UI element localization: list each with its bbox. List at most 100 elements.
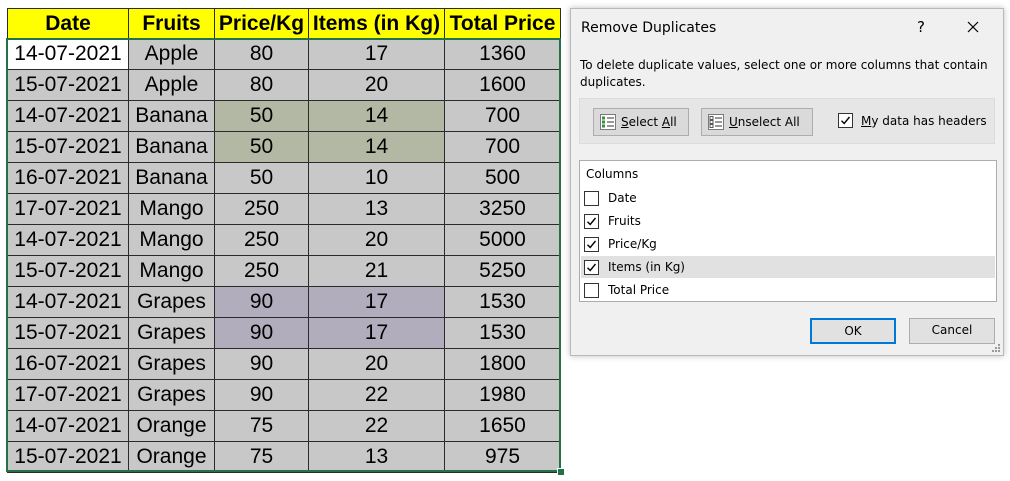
cancel-button[interactable]: Cancel — [909, 318, 995, 344]
cell-price-per-kg[interactable]: 250 — [214, 255, 309, 287]
cell-date[interactable]: 15-07-2021 — [7, 317, 129, 349]
cell-fruit[interactable]: Apple — [128, 38, 215, 70]
column-option-items-in-kg[interactable]: Items (in Kg) — [581, 256, 995, 278]
table-row: 15-07-2021 Grapes 90 17 1530 — [7, 317, 561, 349]
cell-price-per-kg[interactable]: 75 — [214, 441, 309, 473]
header-row: Date Fruits Price/Kg Items (in Kg) Total… — [7, 8, 561, 39]
cell-items-in-kg[interactable]: 17 — [308, 38, 445, 70]
column-checkbox[interactable] — [584, 213, 599, 229]
header-items-in-kg[interactable]: Items (in Kg) — [308, 8, 445, 39]
cell-price-per-kg[interactable]: 75 — [214, 410, 309, 442]
cell-price-per-kg[interactable]: 250 — [214, 224, 309, 256]
headers-checkbox-box[interactable] — [838, 113, 853, 128]
cell-price-per-kg[interactable]: 50 — [214, 162, 309, 194]
cell-price-per-kg[interactable]: 250 — [214, 193, 309, 225]
cell-total-price[interactable]: 5250 — [444, 255, 561, 287]
header-fruits[interactable]: Fruits — [128, 8, 215, 39]
cell-date[interactable]: 15-07-2021 — [7, 131, 129, 163]
cell-total-price[interactable]: 1360 — [444, 38, 561, 70]
cell-date[interactable]: 15-07-2021 — [7, 255, 129, 287]
cell-date[interactable]: 17-07-2021 — [7, 379, 129, 411]
cell-date[interactable]: 17-07-2021 — [7, 193, 129, 225]
cell-date[interactable]: 14-07-2021 — [7, 100, 129, 132]
cell-fruit[interactable]: Apple — [128, 69, 215, 101]
cell-items-in-kg[interactable]: 14 — [308, 100, 445, 132]
header-total-price[interactable]: Total Price — [444, 8, 561, 39]
cell-price-per-kg[interactable]: 90 — [214, 379, 309, 411]
cell-total-price[interactable]: 500 — [444, 162, 561, 194]
cell-fruit[interactable]: Banana — [128, 131, 215, 163]
cell-fruit[interactable]: Banana — [128, 100, 215, 132]
cell-total-price[interactable]: 1800 — [444, 348, 561, 380]
cell-date[interactable]: 16-07-2021 — [7, 162, 129, 194]
cell-fruit[interactable]: Grapes — [128, 317, 215, 349]
header-price-per-kg[interactable]: Price/Kg — [214, 8, 309, 39]
resize-grip-icon[interactable] — [991, 343, 1001, 353]
cell-price-per-kg[interactable]: 90 — [214, 348, 309, 380]
close-button[interactable] — [963, 17, 983, 37]
column-option-total-price[interactable]: Total Price — [581, 279, 995, 301]
cell-items-in-kg[interactable]: 10 — [308, 162, 445, 194]
cell-items-in-kg[interactable]: 20 — [308, 224, 445, 256]
cell-items-in-kg[interactable]: 13 — [308, 193, 445, 225]
cell-price-per-kg[interactable]: 90 — [214, 286, 309, 318]
cell-date[interactable]: 14-07-2021 — [7, 38, 129, 70]
cell-items-in-kg[interactable]: 20 — [308, 69, 445, 101]
help-button[interactable]: ? — [911, 18, 931, 36]
column-checkbox[interactable] — [584, 236, 599, 252]
cell-items-in-kg[interactable]: 22 — [308, 379, 445, 411]
column-option-date[interactable]: Date — [581, 187, 995, 209]
cell-total-price[interactable]: 5000 — [444, 224, 561, 256]
column-checkbox[interactable] — [584, 282, 599, 298]
cell-price-per-kg[interactable]: 50 — [214, 100, 309, 132]
header-date[interactable]: Date — [7, 8, 129, 39]
select-all-button[interactable]: Select All — [593, 108, 689, 136]
cell-date[interactable]: 15-07-2021 — [7, 69, 129, 101]
cell-price-per-kg[interactable]: 50 — [214, 131, 309, 163]
fill-handle[interactable] — [557, 468, 565, 476]
cell-price-per-kg[interactable]: 90 — [214, 317, 309, 349]
my-data-has-headers-checkbox[interactable]: My data has headers — [838, 113, 987, 128]
cell-items-in-kg[interactable]: 17 — [308, 317, 445, 349]
cell-items-in-kg[interactable]: 13 — [308, 441, 445, 473]
cell-price-per-kg[interactable]: 80 — [214, 69, 309, 101]
cell-fruit[interactable]: Grapes — [128, 379, 215, 411]
unselect-all-button[interactable]: Unselect All — [701, 108, 813, 136]
close-icon — [967, 21, 979, 33]
cell-items-in-kg[interactable]: 20 — [308, 348, 445, 380]
cell-date[interactable]: 16-07-2021 — [7, 348, 129, 380]
cell-price-per-kg[interactable]: 80 — [214, 38, 309, 70]
column-checkbox[interactable] — [584, 190, 599, 206]
cell-total-price[interactable]: 3250 — [444, 193, 561, 225]
cell-items-in-kg[interactable]: 21 — [308, 255, 445, 287]
cell-fruit[interactable]: Grapes — [128, 286, 215, 318]
column-option-fruits[interactable]: Fruits — [581, 210, 995, 232]
cell-total-price[interactable]: 700 — [444, 131, 561, 163]
cell-total-price[interactable]: 1650 — [444, 410, 561, 442]
cell-fruit[interactable]: Orange — [128, 441, 215, 473]
cell-fruit[interactable]: Mango — [128, 255, 215, 287]
cell-items-in-kg[interactable]: 14 — [308, 131, 445, 163]
cell-date[interactable]: 14-07-2021 — [7, 224, 129, 256]
table-row: 17-07-2021 Grapes 90 22 1980 — [7, 379, 561, 411]
table-row: 14-07-2021 Orange 75 22 1650 — [7, 410, 561, 442]
cell-total-price[interactable]: 1980 — [444, 379, 561, 411]
cell-fruit[interactable]: Banana — [128, 162, 215, 194]
column-option-price-per-kg[interactable]: Price/Kg — [581, 233, 995, 255]
cell-fruit[interactable]: Mango — [128, 224, 215, 256]
cell-items-in-kg[interactable]: 22 — [308, 410, 445, 442]
cell-fruit[interactable]: Orange — [128, 410, 215, 442]
cell-total-price[interactable]: 700 — [444, 100, 561, 132]
cell-date[interactable]: 14-07-2021 — [7, 410, 129, 442]
column-checkbox[interactable] — [584, 259, 599, 275]
cell-total-price[interactable]: 1530 — [444, 317, 561, 349]
ok-button[interactable]: OK — [810, 318, 896, 344]
cell-date[interactable]: 15-07-2021 — [7, 441, 129, 473]
cell-date[interactable]: 14-07-2021 — [7, 286, 129, 318]
cell-total-price[interactable]: 1530 — [444, 286, 561, 318]
cell-items-in-kg[interactable]: 17 — [308, 286, 445, 318]
cell-fruit[interactable]: Grapes — [128, 348, 215, 380]
cell-total-price[interactable]: 1600 — [444, 69, 561, 101]
cell-fruit[interactable]: Mango — [128, 193, 215, 225]
cell-total-price[interactable]: 975 — [444, 441, 561, 473]
